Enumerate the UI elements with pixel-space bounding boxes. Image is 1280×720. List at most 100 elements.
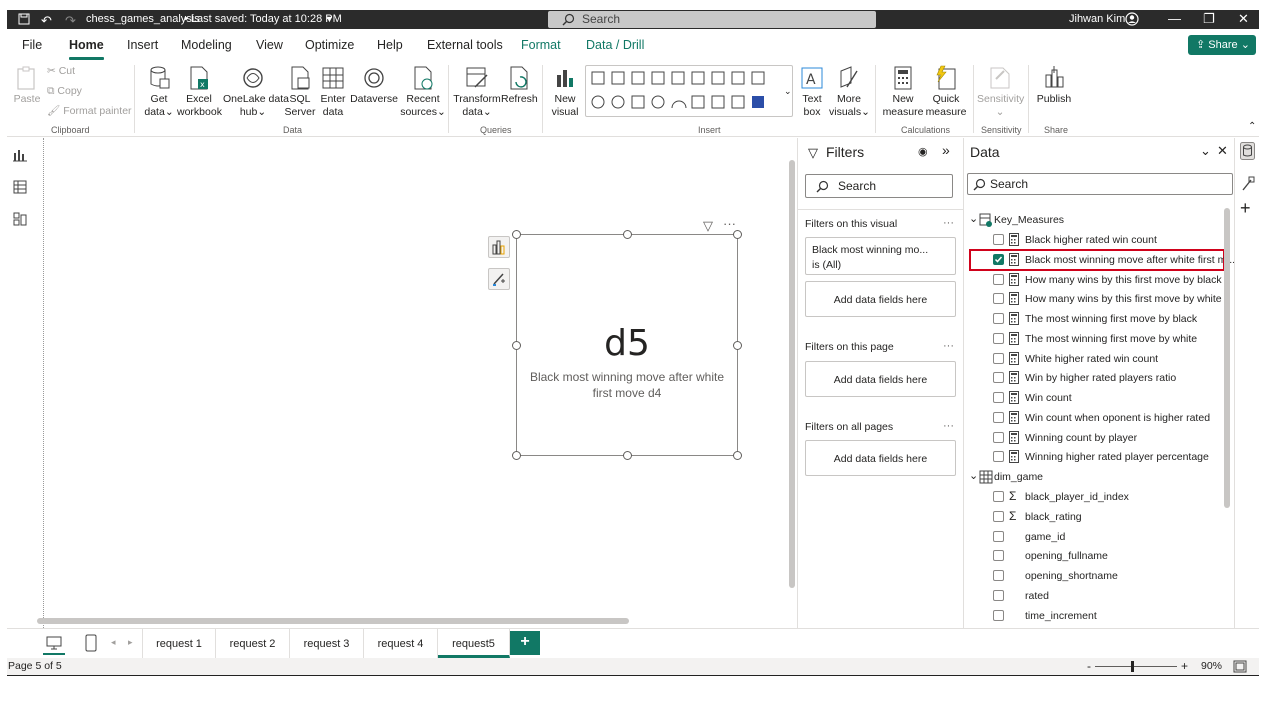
page-tab-request-4[interactable]: request 4 — [364, 629, 438, 658]
save-icon[interactable] — [17, 12, 31, 26]
table-view-icon[interactable] — [13, 180, 27, 194]
desktop-layout-icon[interactable] — [46, 635, 62, 651]
field-checkbox[interactable] — [993, 491, 1004, 502]
zoom-in-icon[interactable]: + — [1181, 659, 1188, 673]
field-row[interactable]: The most winning first move by black — [970, 309, 1224, 329]
text-box-button[interactable]: A Text box — [797, 65, 827, 119]
data-search-input[interactable]: Search — [967, 173, 1233, 195]
field-row[interactable]: The most winning first move by white — [970, 329, 1224, 349]
chevron-down-icon[interactable]: ⌄ — [1200, 143, 1211, 159]
collapse-ribbon-icon[interactable]: ⌃ — [1248, 121, 1256, 132]
menu-insert[interactable]: Insert — [127, 38, 158, 52]
add-all-pages-filter-field[interactable]: Add data fields here — [805, 440, 956, 476]
data-pane-toggle-icon[interactable] — [1240, 142, 1255, 160]
field-row[interactable]: Win by higher rated players ratio — [970, 368, 1224, 388]
field-checkbox[interactable] — [993, 313, 1004, 324]
field-row[interactable]: Win count when oponent is higher rated — [970, 408, 1224, 428]
page-tab-request-3[interactable]: request 3 — [290, 629, 364, 658]
page-tab-request-1[interactable]: request 1 — [142, 629, 216, 658]
field-row[interactable]: White higher rated win count — [970, 349, 1224, 369]
add-visual-filter-field[interactable]: Add data fields here — [805, 281, 956, 317]
excel-workbook-button[interactable]: x Excel workbook — [177, 65, 222, 119]
publish-button[interactable]: Publish — [1033, 65, 1075, 106]
scroll-tabs-right-icon[interactable]: ▸ — [128, 637, 133, 648]
field-checkbox[interactable] — [993, 609, 1004, 621]
format-pane-icon[interactable] — [1241, 176, 1255, 192]
menu-home[interactable]: Home — [69, 38, 104, 60]
resize-handle[interactable] — [733, 230, 742, 239]
field-checkbox[interactable] — [993, 530, 1004, 542]
field-checkbox[interactable] — [993, 234, 1004, 245]
field-row[interactable]: Σblack_rating — [970, 507, 1224, 527]
more-options-icon[interactable]: ··· — [943, 340, 954, 352]
get-data-button[interactable]: Get data⌄ — [141, 65, 177, 119]
field-row[interactable]: opening_shortname — [970, 566, 1224, 586]
field-row[interactable]: Black most winning move after white firs… — [969, 248, 1234, 271]
add-page-filter-field[interactable]: Add data fields here — [805, 361, 956, 397]
table-node[interactable]: ⌄ Key_Measures — [964, 210, 1226, 230]
copy-button[interactable]: ⧉ Copy — [47, 85, 82, 98]
resize-handle[interactable] — [512, 230, 521, 239]
field-row[interactable]: opening_fullname — [970, 546, 1224, 566]
resize-handle[interactable] — [512, 341, 521, 350]
field-checkbox[interactable] — [993, 589, 1004, 601]
menu-data-drill[interactable]: Data / Drill — [586, 38, 644, 52]
field-checkbox[interactable] — [993, 570, 1004, 581]
sensitivity-button[interactable]: Sensitivity ⌄ — [977, 65, 1024, 119]
cut-button[interactable]: ✂ Cut — [47, 65, 75, 78]
field-checkbox[interactable] — [993, 372, 1004, 384]
new-measure-button[interactable]: New measure — [881, 65, 925, 119]
zoom-slider[interactable] — [1095, 666, 1177, 667]
field-row[interactable]: time_increment — [970, 606, 1224, 626]
table-node[interactable]: ⌄ dim_game — [964, 467, 1226, 487]
redo-icon[interactable]: ↷ — [65, 13, 76, 29]
report-view-icon[interactable] — [13, 148, 27, 162]
mobile-layout-icon[interactable] — [85, 634, 97, 652]
user-avatar-icon[interactable] — [1125, 12, 1139, 26]
resize-handle[interactable] — [733, 341, 742, 350]
field-checkbox[interactable] — [993, 431, 1004, 443]
more-visuals-button[interactable]: More visuals⌄ — [829, 65, 870, 119]
model-view-icon[interactable] — [13, 212, 27, 226]
chevron-down-icon[interactable]: ▼ — [325, 14, 334, 24]
chevron-down-icon[interactable]: ⌄ — [969, 469, 978, 482]
chevron-down-icon[interactable]: ⌄ — [784, 86, 792, 97]
field-row[interactable]: Σblack_player_id_index — [970, 487, 1224, 507]
menu-optimize[interactable]: Optimize — [305, 38, 354, 52]
format-visual-button[interactable] — [488, 268, 510, 290]
quick-measure-button[interactable]: Quick measure — [925, 65, 967, 119]
menu-help[interactable]: Help — [377, 38, 403, 52]
visual-suggestions-button[interactable] — [488, 236, 510, 258]
field-checkbox[interactable] — [993, 293, 1004, 305]
chevron-down-icon[interactable]: ⌄ — [969, 212, 978, 225]
resize-handle[interactable] — [733, 451, 742, 460]
report-canvas[interactable]: ▽ ··· d5 Black most winning move after w… — [33, 138, 797, 628]
field-row[interactable]: Winning count by player — [970, 428, 1224, 448]
recent-sources-button[interactable]: Recent sources⌄ — [399, 65, 447, 119]
resize-handle[interactable] — [512, 451, 521, 460]
menu-external-tools[interactable]: External tools — [427, 38, 503, 52]
filters-search-input[interactable]: Search — [805, 174, 953, 198]
zoom-out-icon[interactable]: - — [1087, 659, 1091, 673]
field-checkbox[interactable] — [993, 451, 1004, 463]
transform-data-button[interactable]: Transform data⌄ — [453, 65, 501, 119]
field-row[interactable]: rated — [970, 586, 1224, 606]
card-visual[interactable]: d5 Black most winning move after white f… — [512, 230, 742, 460]
add-page-button[interactable]: + — [510, 631, 540, 655]
more-options-icon[interactable]: ··· — [943, 420, 954, 432]
resize-handle[interactable] — [623, 451, 632, 460]
field-checkbox[interactable] — [993, 411, 1004, 423]
menu-view[interactable]: View — [256, 38, 283, 52]
enter-data-button[interactable]: Enter data — [317, 65, 349, 119]
minimize-icon[interactable]: — — [1168, 11, 1181, 26]
data-pane-scrollbar[interactable] — [1224, 208, 1230, 508]
menu-format[interactable]: Format — [521, 38, 561, 52]
canvas-horizontal-scrollbar[interactable] — [37, 618, 629, 624]
page-tab-request5[interactable]: request5 — [438, 629, 510, 658]
share-button[interactable]: ⇪ Share ⌄ — [1188, 35, 1256, 55]
close-icon[interactable]: ✕ — [1238, 11, 1249, 27]
canvas-vertical-scrollbar[interactable] — [789, 160, 795, 588]
field-checkbox[interactable] — [993, 352, 1004, 364]
filter-icon[interactable]: ▽ — [703, 218, 713, 234]
visual-filter-card[interactable]: Black most winning mo... is (All) — [805, 237, 956, 275]
